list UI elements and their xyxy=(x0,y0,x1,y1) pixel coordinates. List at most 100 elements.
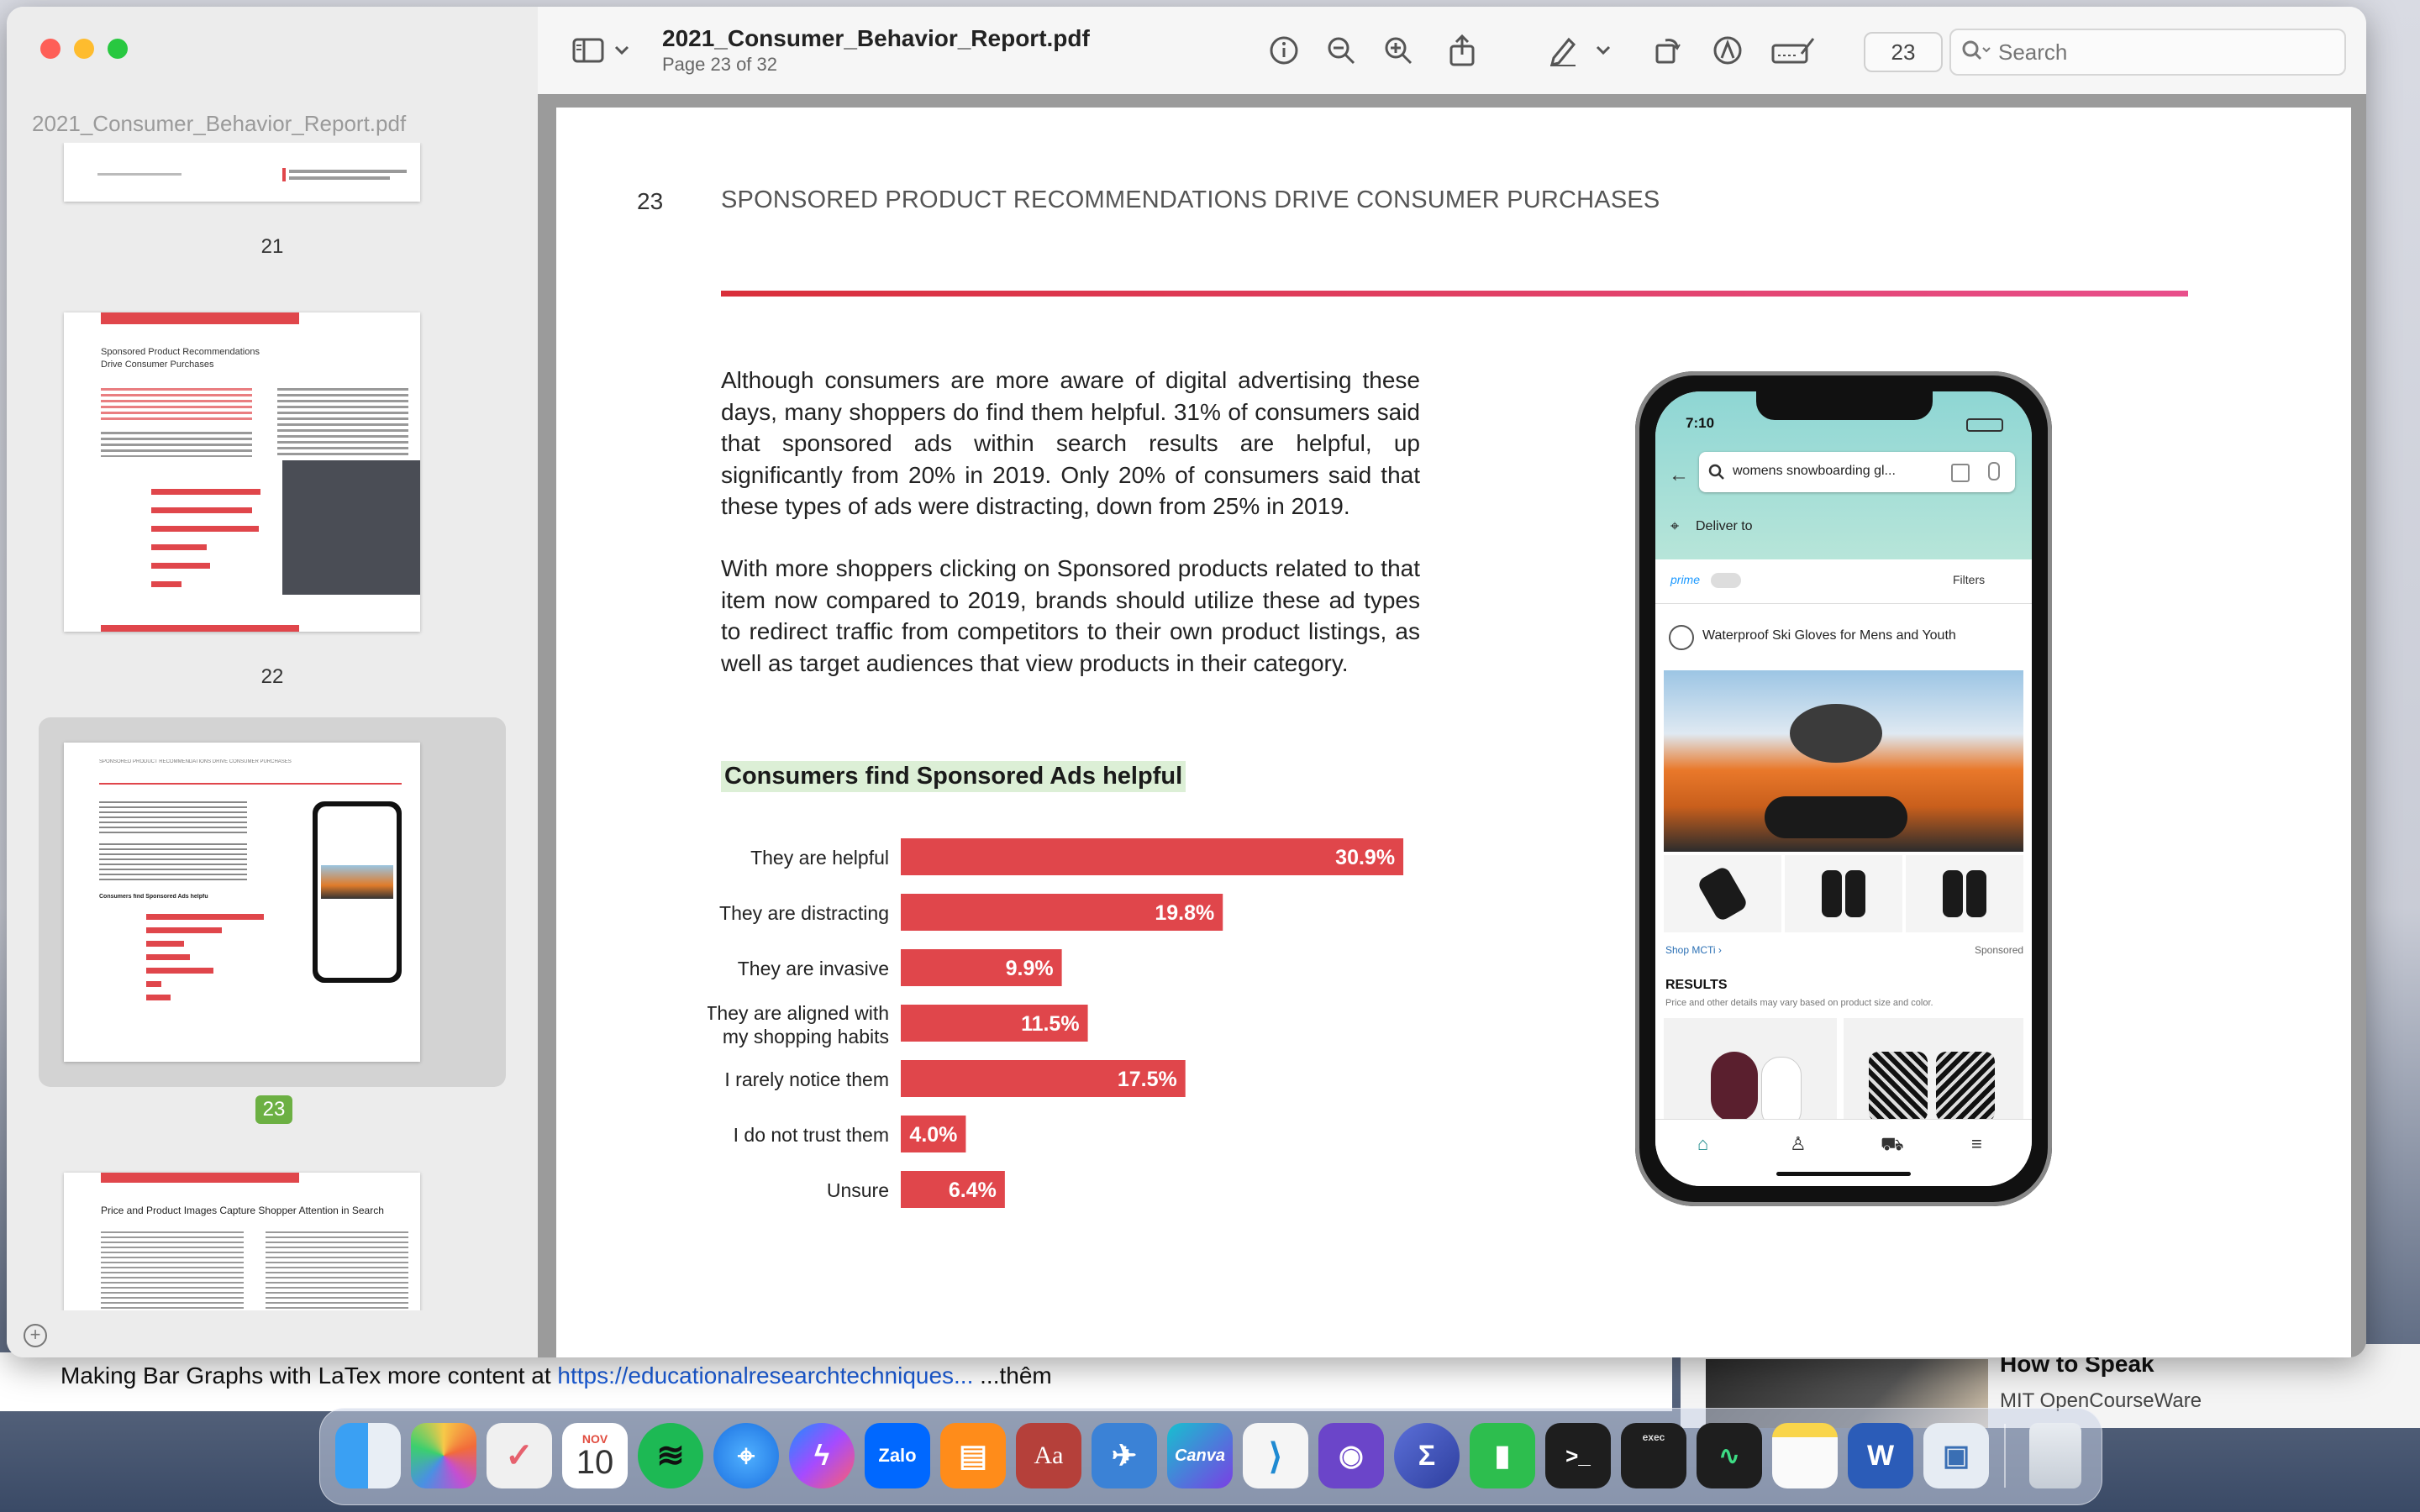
zoom-window-button[interactable] xyxy=(108,39,128,59)
dock-finder-icon[interactable] xyxy=(335,1423,401,1488)
chart-value-label: 6.4% xyxy=(949,1179,997,1202)
sidebar-document-title: 2021_Consumer_Behavior_Report.pdf xyxy=(32,111,407,136)
share-icon[interactable] xyxy=(1445,34,1479,67)
phone-screen: 7:10 ← womens snowboarding gl... ⌖ Deliv… xyxy=(1655,391,2032,1186)
dock-trash-icon[interactable] xyxy=(2029,1423,2081,1488)
results-heading: RESULTS xyxy=(1665,978,1728,992)
page-thumbnail-21[interactable] xyxy=(64,143,420,202)
dock-activity-monitor-icon[interactable]: ∿ xyxy=(1697,1423,1762,1488)
app-tab-bar: ⌂ ♙ ⛟ ≡ xyxy=(1655,1119,2032,1186)
chart-value-label: 4.0% xyxy=(909,1123,957,1147)
dock-calendar-icon[interactable]: NOV 10 xyxy=(562,1423,628,1488)
annotate-icon[interactable] xyxy=(1711,34,1744,67)
dock-github-desktop-icon[interactable]: ◉ xyxy=(1318,1423,1384,1488)
page-number-field[interactable]: 23 xyxy=(1864,32,1943,72)
pdf-page: 23 SPONSORED PRODUCT RECOMMENDATIONS DRI… xyxy=(556,108,2351,1357)
dock-spotify-icon[interactable]: ≋ xyxy=(638,1423,703,1488)
sponsored-label: Sponsored xyxy=(1975,944,2024,956)
document-title: 2021_Consumer_Behavior_Report.pdf xyxy=(662,25,1090,51)
dock-preview-icon[interactable]: ▣ xyxy=(1923,1423,1989,1488)
chart-value-label: 19.8% xyxy=(1155,901,1214,925)
document-viewer[interactable]: 23 SPONSORED PRODUCT RECOMMENDATIONS DRI… xyxy=(538,94,2366,1357)
product-hero-image xyxy=(1664,670,2023,852)
dock-books-icon[interactable]: ▤ xyxy=(940,1423,1006,1488)
dock-swift-icon[interactable]: ✈ xyxy=(1092,1423,1157,1488)
dock-word-icon[interactable]: W xyxy=(1848,1423,1913,1488)
page-number-21: 21 xyxy=(260,235,284,258)
bar-chart: 30.9% They are helpful 19.8% They are distr… xyxy=(708,838,1404,1208)
app-search-icon xyxy=(1708,464,1724,480)
minimize-window-button[interactable] xyxy=(74,39,94,59)
mic-icon xyxy=(1988,462,2000,480)
cart-tab-icon: ⛟ xyxy=(1881,1133,1904,1154)
dock-calculator-icon[interactable]: Σ xyxy=(1394,1423,1460,1488)
close-window-button[interactable] xyxy=(40,39,60,59)
chart-category-label: They are aligned with xyxy=(708,1002,889,1024)
page-number: 23 xyxy=(637,188,664,214)
dock-vscode-icon[interactable]: ⟩ xyxy=(1243,1423,1308,1488)
heading-rule xyxy=(721,291,2188,297)
chart-category-label: Unsure xyxy=(827,1179,889,1201)
zoom-in-icon[interactable] xyxy=(1381,34,1415,67)
dock-canva-icon[interactable]: Canva xyxy=(1167,1423,1233,1488)
page-number-22: 22 xyxy=(260,665,284,688)
thumb-22-title: Sponsored Product Recommendations Drive … xyxy=(101,347,260,370)
prime-toggle xyxy=(1711,573,1741,588)
preview-window: 2021_Consumer_Behavior_Report.pdf 21 Spo… xyxy=(7,7,2366,1357)
chart-value-label: 17.5% xyxy=(1118,1068,1177,1091)
page-heading: SPONSORED PRODUCT RECOMMENDATIONS DRIVE … xyxy=(721,186,1660,213)
dock-exec-icon[interactable]: exec xyxy=(1621,1423,1686,1488)
paragraph-1: Although consumers are more aware of dig… xyxy=(721,367,1420,519)
dock-notes-icon[interactable] xyxy=(1772,1423,1838,1488)
browser-link[interactable]: https://educationalresearchtechniques... xyxy=(557,1362,973,1389)
chart-heading: Consumers find Sponsored Ads helpful xyxy=(721,761,1186,792)
result-image-2 xyxy=(1844,1018,2023,1122)
markup-pen-icon[interactable] xyxy=(1546,34,1580,67)
chevron-down-icon[interactable] xyxy=(612,34,632,67)
page-thumbnail-22[interactable]: Sponsored Product Recommendations Drive … xyxy=(64,312,420,632)
chart-category-label: They are invasive xyxy=(738,958,889,979)
sidebar-toggle-icon[interactable] xyxy=(571,34,605,67)
menu-tab-icon: ≡ xyxy=(1971,1133,1982,1154)
zoom-out-icon[interactable] xyxy=(1324,34,1358,67)
info-icon[interactable] xyxy=(1267,34,1301,67)
dock-separator xyxy=(2004,1424,2006,1488)
filters-label: Filters xyxy=(1953,573,1986,586)
dock-dictionary-icon[interactable]: Aa xyxy=(1016,1423,1081,1488)
dock-terminal-icon[interactable]: >_ xyxy=(1545,1423,1611,1488)
search-field[interactable] xyxy=(1949,29,2346,76)
thumbnail-sidebar: 2021_Consumer_Behavior_Report.pdf 21 Spo… xyxy=(7,7,539,1357)
dock-zalo-icon[interactable]: Zalo xyxy=(865,1423,930,1488)
app-search-query: womens snowboarding gl... xyxy=(1733,464,1896,478)
browser-description-text: Making Bar Graphs with LaTex more conten… xyxy=(60,1362,558,1389)
calendar-day: 10 xyxy=(576,1444,614,1481)
dock-photos-icon[interactable] xyxy=(411,1423,476,1488)
chart-value-label: 11.5% xyxy=(1021,1012,1080,1036)
dock-safari-icon[interactable]: ⌖ xyxy=(713,1423,779,1488)
prime-label: prime xyxy=(1670,573,1701,586)
app-search-bar: womens snowboarding gl... xyxy=(1699,452,2015,492)
chart-category-label: I rarely notice them xyxy=(724,1068,889,1090)
form-fill-icon[interactable] xyxy=(1770,34,1817,67)
thumbnail-list[interactable]: 21 Sponsored Product Recommendations Dri… xyxy=(7,143,538,1310)
result-image-1 xyxy=(1664,1018,1837,1129)
add-page-icon[interactable]: + xyxy=(24,1324,47,1347)
page-thumbnail-24[interactable]: Price and Product Images Capture Shopper… xyxy=(64,1173,420,1310)
paragraph-2: With more shoppers clicking on Sponsored… xyxy=(721,555,1420,676)
search-input[interactable] xyxy=(1996,37,2319,67)
markup-chevron-down-icon[interactable] xyxy=(1593,34,1613,67)
dock-numbers-icon[interactable]: ▮ xyxy=(1470,1423,1535,1488)
account-tab-icon: ♙ xyxy=(1790,1133,1807,1154)
dock-messenger-icon[interactable]: ϟ xyxy=(789,1423,855,1488)
thumb-24-title: Price and Product Images Capture Shopper… xyxy=(101,1205,384,1216)
product-thumbnails xyxy=(1664,855,2023,932)
status-time: 7:10 xyxy=(1686,415,1715,431)
home-indicator xyxy=(1776,1172,1911,1176)
page-thumbnail-23[interactable]: SPONSORED PRODUCT RECOMMENDATIONS DRIVE … xyxy=(64,743,420,1062)
chart-value-label: 9.9% xyxy=(1006,957,1054,980)
rotate-icon[interactable] xyxy=(1650,34,1684,67)
location-pin-icon: ⌖ xyxy=(1670,517,1680,534)
dock-reminders-icon[interactable]: ✓ xyxy=(487,1423,552,1488)
browser-more-link[interactable]: ...thêm xyxy=(973,1362,1052,1389)
phone-mockup: 7:10 ← womens snowboarding gl... ⌖ Deliv… xyxy=(1635,371,2052,1206)
